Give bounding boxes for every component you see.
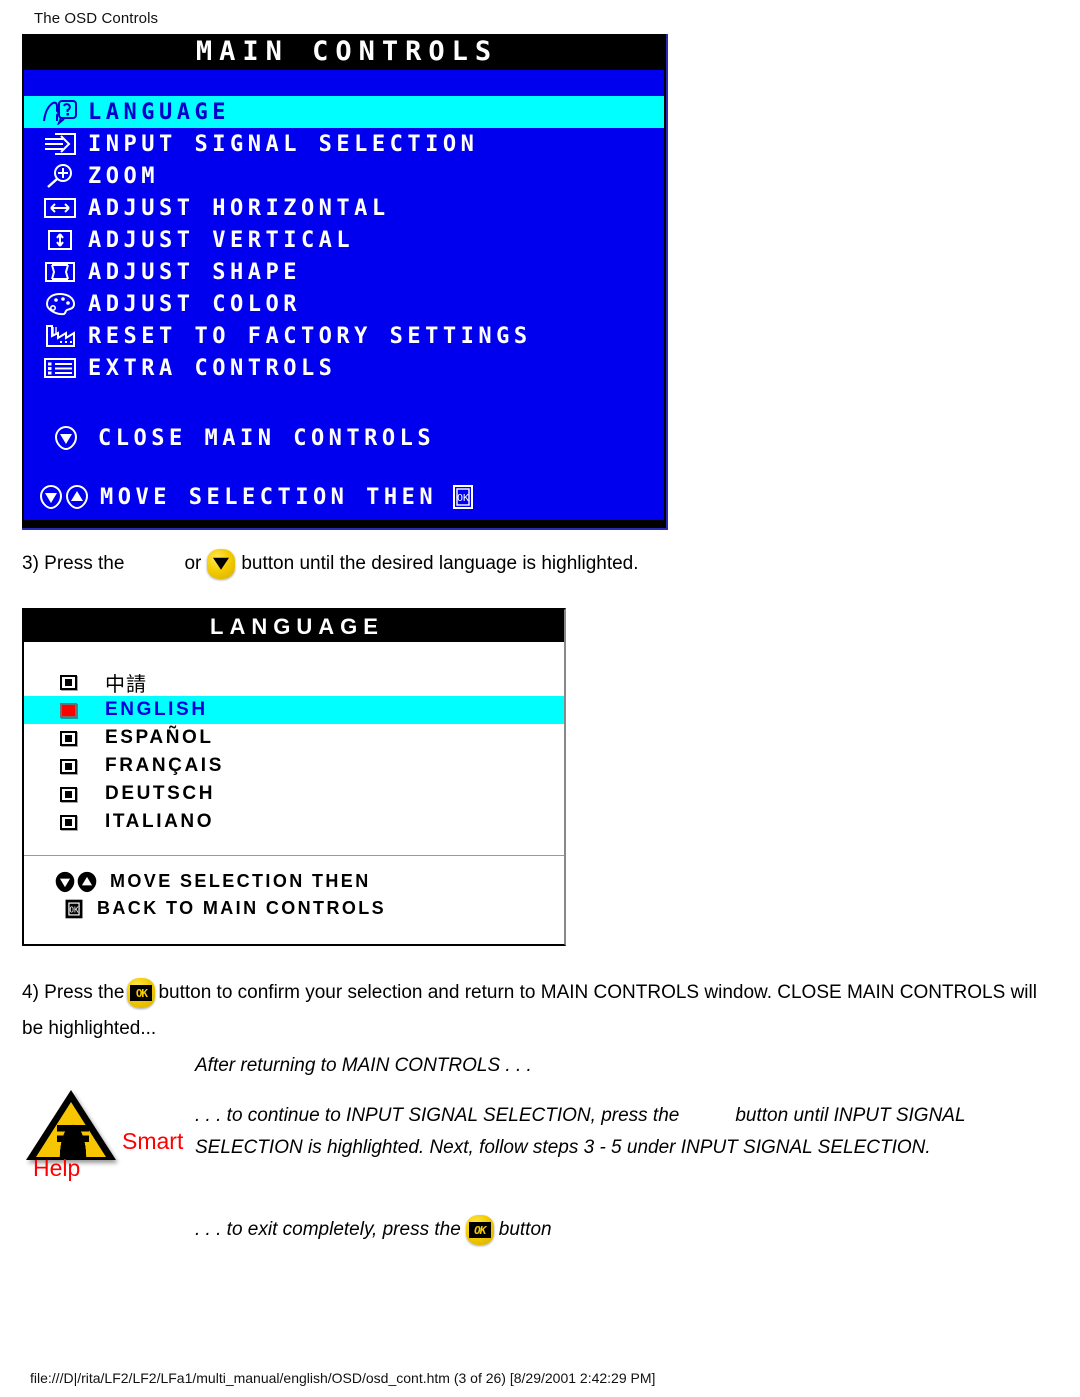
up-arrow-icon [65,484,89,510]
osd-item-label: ZOOM [88,163,159,189]
smart-help-exit-line: . . . to exit completely, press the OK b… [195,1215,552,1245]
ok-glyph: OK [130,984,153,1001]
osd-main-footer-hint: MOVE SELECTION THEN OK [24,474,664,520]
exit-prefix: . . . to exit completely, press the [195,1219,461,1240]
step-4-instruction: 4) Press the OK button to confirm your sel… [22,975,1052,1047]
osd-item-label: LANGUAGE [88,99,230,125]
osd-language-footer: MOVE SELECTION THEN OK BACK TO MAIN CONT… [24,856,564,922]
move-selection-icons [54,871,98,893]
language-hint-back: OK BACK TO MAIN CONTROLS [54,895,564,922]
step-3-or: or [184,553,202,574]
close-down-arrow-icon [52,424,80,452]
language-option-italiano[interactable]: ITALIANO [24,808,564,836]
page-title: The OSD Controls [34,10,159,27]
step-3-instruction: 3) Press the or button until the desired… [22,549,639,579]
adjust-shape-icon [40,258,80,286]
osd-item-label: INPUT SIGNAL SELECTION [88,131,479,157]
osd-item-reset-to-factory-settings[interactable]: RESET TO FACTORY SETTINGS [24,320,664,352]
language-option-english[interactable]: ENGLISH [24,696,564,724]
language-face-question-icon [40,98,80,126]
step-3-suffix: button until the desired language is hig… [241,553,639,574]
adjust-vertical-arrows-icon [40,226,80,254]
language-option-label: ESPAÑOL [105,727,214,748]
language-option-label: DEUTSCH [105,783,216,804]
osd-item-adjust-color[interactable]: ADJUST COLOR [24,288,664,320]
input-signal-arrow-icon [40,130,80,158]
osd-item-label: ADJUST VERTICAL [88,227,355,253]
osd-item-label: RESET TO FACTORY SETTINGS [88,323,532,349]
osd-item-language[interactable]: LANGUAGE [24,96,664,128]
language-option-label: ITALIANO [105,811,215,832]
osd-item-adjust-vertical[interactable]: ADJUST VERTICAL [24,224,664,256]
ok-button[interactable]: OK [127,977,156,1008]
osd-item-input-signal-selection[interactable]: INPUT SIGNAL SELECTION [24,128,664,160]
after-returning-line: After returning to MAIN CONTROLS . . . [195,1055,532,1076]
language-option-francais[interactable]: FRANÇAIS [24,752,564,780]
down-arrow-button[interactable] [207,549,236,579]
smart-help-body-part1: . . . to continue to INPUT SIGNAL SELECT… [195,1105,680,1126]
smart-help-warning-icon [26,1090,120,1162]
osd-item-close-main-controls[interactable]: CLOSE MAIN CONTROLS [24,422,664,454]
language-hint-move: MOVE SELECTION THEN [54,868,564,895]
help-label: Help [33,1155,81,1181]
language-option-label: 中請 [105,673,147,696]
osd-language-list: 中請 ENGLISH ESPAÑOL FRANÇAIS DEUTSCH ITAL… [24,642,564,856]
page-footer-path: file:///D|/rita/LF2/LF2/LFa1/multi_manua… [30,1370,656,1386]
ok-button-icon: OK [451,484,475,510]
osd-language-panel: LANGUAGE 中請 ENGLISH ESPAÑOL FRANÇAIS DEU… [22,608,566,946]
ok-button[interactable]: OK [465,1215,494,1245]
osd-main-item-list: LANGUAGE INPUT SIGNAL SELECTION ZOOM ADJ… [24,70,664,484]
osd-item-label: ADJUST SHAPE [88,259,301,285]
radio-icon-selected [60,702,77,718]
radio-icon [60,730,77,746]
language-hint-back-label: BACK TO MAIN CONTROLS [97,898,387,918]
radio-icon [60,758,77,774]
adjust-color-palette-icon [40,290,80,318]
step-4-suffix: button to confirm your selection and ret… [22,982,1037,1039]
osd-item-extra-controls[interactable]: EXTRA CONTROLS [24,352,664,384]
step-3-prefix: 3) Press the [22,553,125,574]
exit-suffix: button [498,1219,552,1240]
osd-spacer [24,384,664,422]
ok-button-icon: OK [63,898,85,920]
osd-item-label: EXTRA CONTROLS [88,355,337,381]
osd-main-controls-panel: MAIN CONTROLS LANGUAGE INPUT SIGNAL SELE… [22,34,668,530]
osd-item-zoom[interactable]: ZOOM [24,160,664,192]
radio-icon [60,814,77,830]
extra-controls-list-icon [40,354,80,382]
ok-glyph: OK [468,1222,491,1238]
osd-item-label: ADJUST COLOR [88,291,301,317]
adjust-horizontal-arrows-icon [40,194,80,222]
osd-main-title: MAIN CONTROLS [22,34,666,68]
osd-item-label: ADJUST HORIZONTAL [88,195,390,221]
down-arrow-icon [39,484,63,510]
language-option-label: ENGLISH [105,699,208,720]
osd-footer-label: MOVE SELECTION THEN [100,484,438,510]
radio-icon [60,674,77,690]
move-selection-icons [38,484,90,510]
osd-language-title: LANGUAGE [24,610,564,642]
smart-label: Smart [122,1128,184,1154]
language-option-espanol[interactable]: ESPAÑOL [24,724,564,752]
language-option-label: FRANÇAIS [105,755,224,776]
language-hint-move-label: MOVE SELECTION THEN [110,871,371,891]
zoom-magnifier-plus-icon [40,162,80,190]
osd-item-adjust-shape[interactable]: ADJUST SHAPE [24,256,664,288]
svg-text:OK: OK [457,493,469,504]
radio-icon [60,786,77,802]
down-arrow-icon [55,871,75,892]
smart-help-body: . . . to continue to INPUT SIGNAL SELECT… [195,1100,995,1164]
osd-item-label: CLOSE MAIN CONTROLS [98,425,436,451]
reset-factory-icon [40,322,80,350]
language-option-chinese[interactable]: 中請 [24,668,564,696]
step-4-prefix: 4) Press the [22,982,125,1003]
up-arrow-icon [77,871,97,892]
osd-item-adjust-horizontal[interactable]: ADJUST HORIZONTAL [24,192,664,224]
language-option-deutsch[interactable]: DEUTSCH [24,780,564,808]
svg-text:OK: OK [69,905,79,914]
